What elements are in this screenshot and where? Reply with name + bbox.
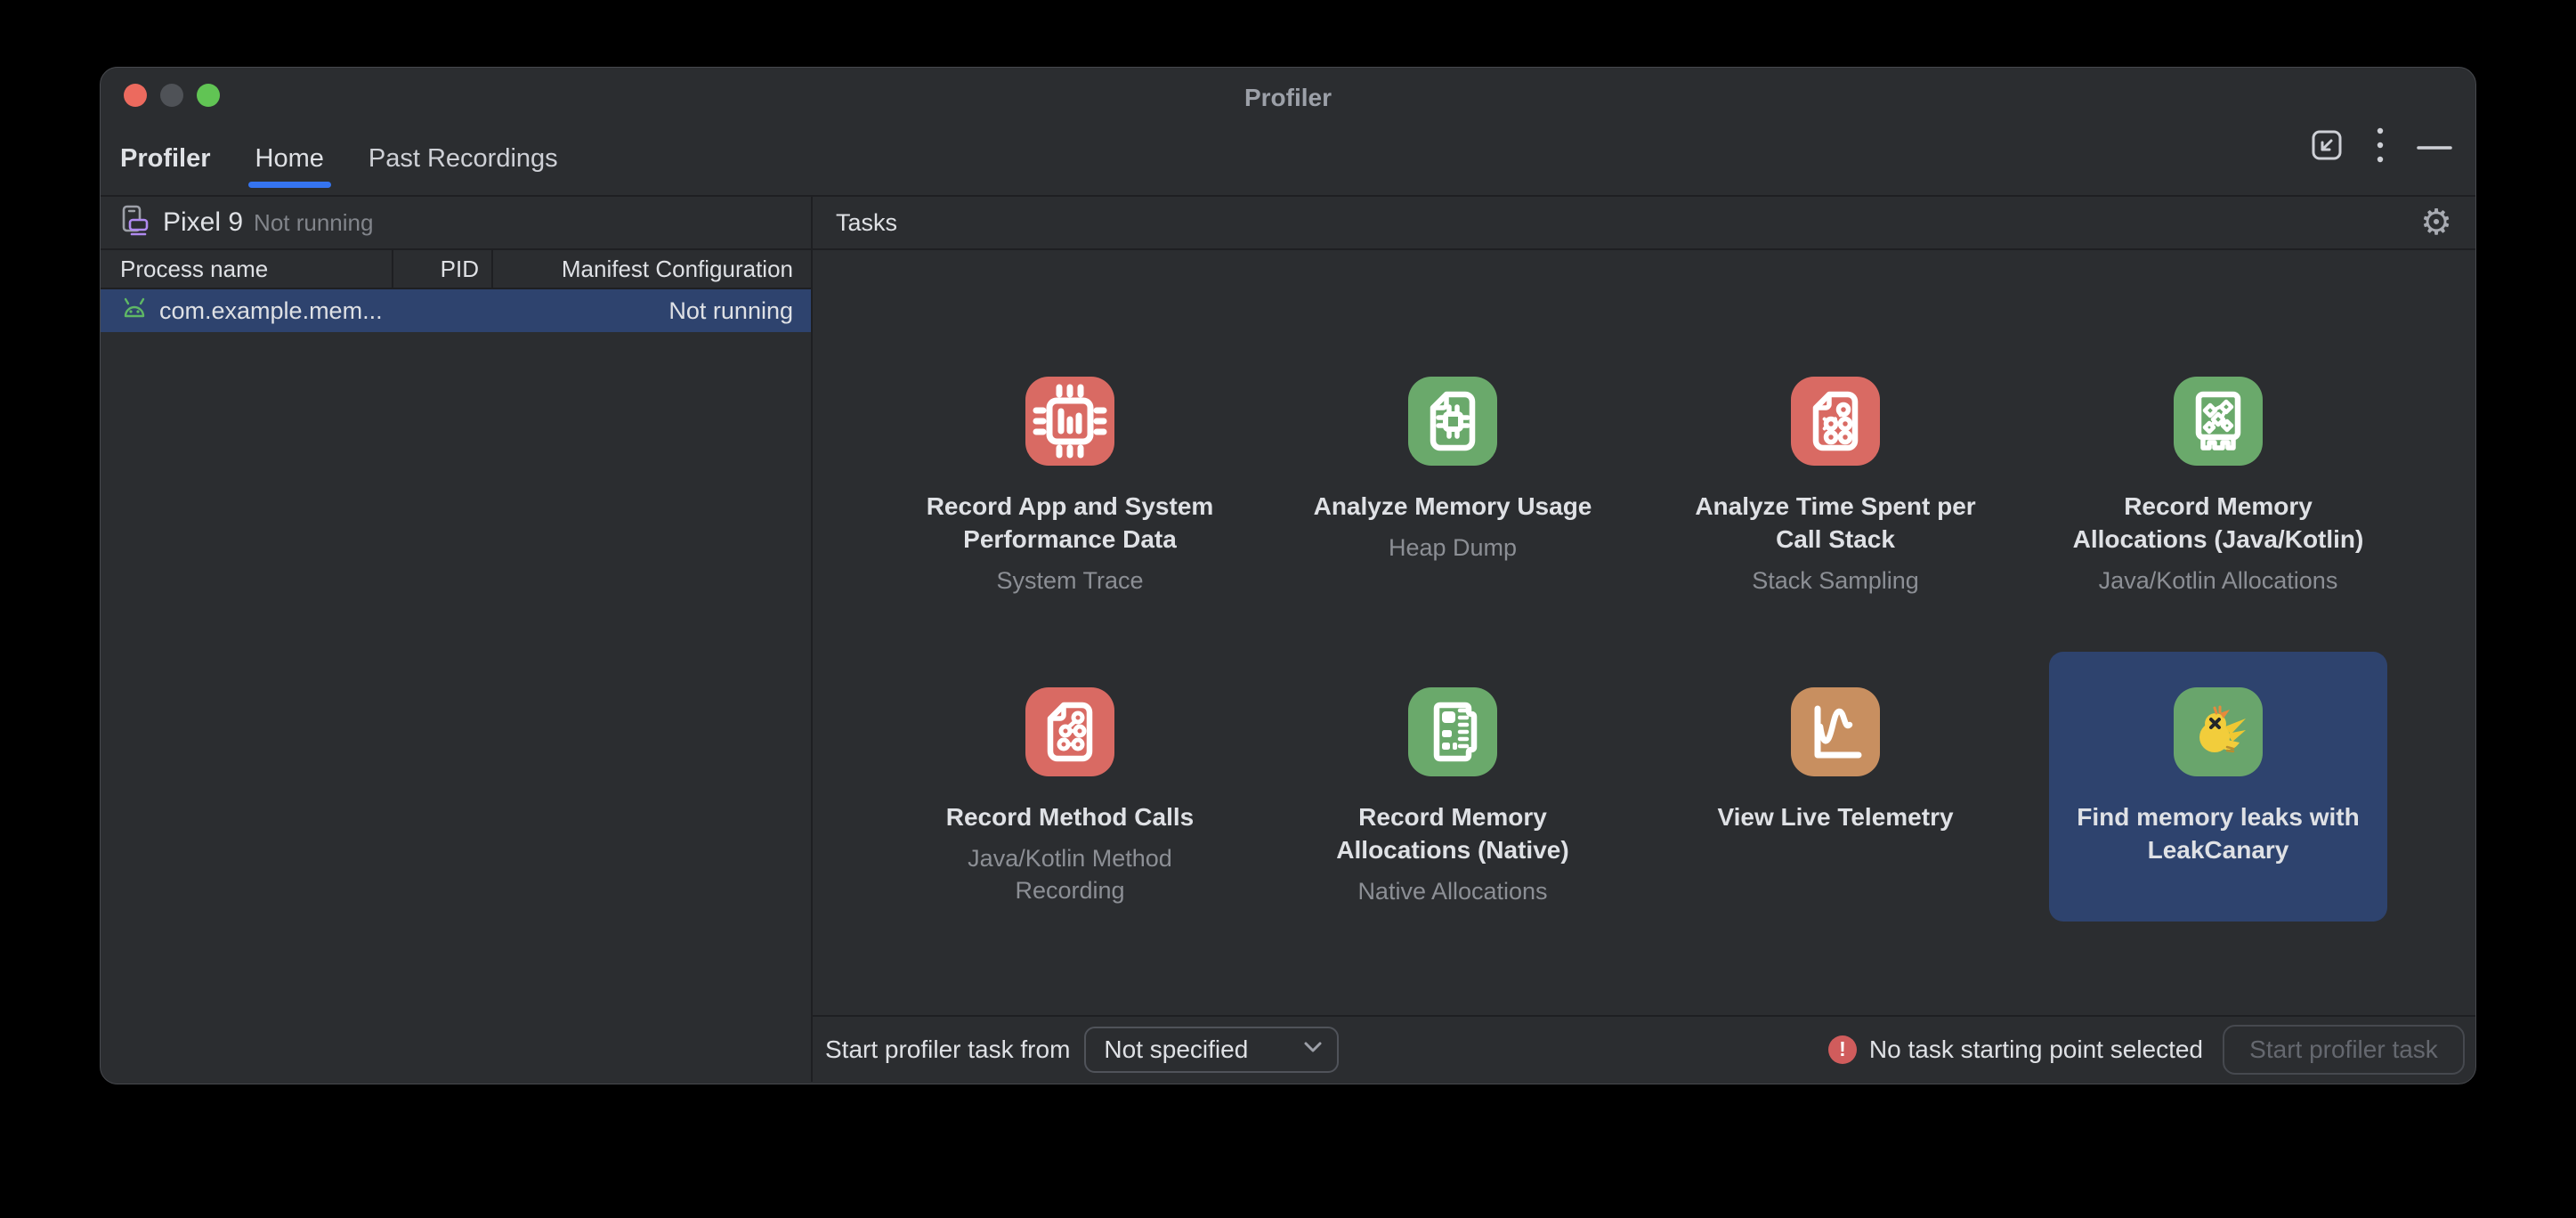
task-card-stack-sampling[interactable]: Analyze Time Spent per Call Stack Stack … (1666, 341, 2005, 611)
error-icon: ! (1828, 1035, 1857, 1064)
tab-past-recordings-label: Past Recordings (369, 144, 558, 173)
starting-point-dropdown-value: Not specified (1104, 1035, 1248, 1064)
task-title: Record Memory Allocations (Java/Kotlin) (2073, 490, 2364, 556)
memory-blocks-icon (1408, 687, 1497, 781)
doc-callgraph-icon (1791, 377, 1880, 470)
leakcanary-icon (2174, 687, 2263, 781)
task-title: Record Memory Allocations (Native) (1336, 800, 1568, 866)
task-subtitle: Stack Sampling (1752, 564, 1919, 597)
process-panel: Pixel 9 Not running Process name PID Man… (101, 197, 813, 1082)
process-table-header: Process name PID Manifest Configuration (101, 250, 811, 289)
column-header-process-name: Process name (101, 250, 392, 288)
profiler-window: Profiler Profiler Home Past Recordings (100, 67, 2476, 1084)
device-name: Pixel 9 (163, 207, 243, 238)
memory-graph-icon (2174, 377, 2263, 470)
profiler-app-label: Profiler (120, 144, 211, 195)
column-header-manifest-configuration: Manifest Configuration (491, 250, 811, 288)
task-subtitle: Heap Dump (1389, 532, 1517, 564)
titlebar: Profiler Profiler Home Past Recordings (101, 68, 2475, 197)
task-subtitle: Java/Kotlin Method Recording (968, 842, 1172, 906)
active-tab-underline (248, 182, 331, 188)
tab-home-label: Home (255, 144, 324, 173)
process-status-cell: Not running (668, 297, 793, 325)
device-status: Not running (254, 209, 373, 237)
task-subtitle: Java/Kotlin Allocations (2099, 564, 2338, 597)
task-subtitle: Native Allocations (1357, 875, 1547, 907)
dock-window-icon[interactable] (2310, 128, 2344, 166)
virtual-device-icon (120, 205, 152, 241)
starting-point-dropdown[interactable]: Not specified (1084, 1027, 1339, 1073)
task-title: Analyze Memory Usage (1314, 490, 1592, 523)
tab-past-recordings[interactable]: Past Recordings (369, 144, 558, 195)
tasks-panel-title: Tasks (836, 209, 897, 237)
warning-text: No task starting point selected (1869, 1035, 2203, 1064)
task-title: Analyze Time Spent per Call Stack (1695, 490, 1975, 556)
footer-bar: Start profiler task from Not specified !… (813, 1015, 2475, 1082)
task-card-system-trace[interactable]: Record App and System Performance Data S… (901, 341, 1239, 611)
task-title: Find memory leaks with LeakCanary (2077, 800, 2359, 866)
task-card-method-recording[interactable]: Record Method Calls Java/Kotlin Method R… (901, 652, 1239, 922)
start-profiler-task-button[interactable]: Start profiler task (2223, 1025, 2465, 1075)
more-options-kebab-icon[interactable] (2376, 126, 2385, 168)
window-title: Profiler (101, 84, 2475, 112)
tasks-panel: Tasks ⚙ R (813, 197, 2475, 1082)
task-grid: Record App and System Performance Data S… (901, 341, 2387, 922)
task-title: View Live Telemetry (1717, 800, 1953, 833)
task-title: Record Method Calls (946, 800, 1194, 833)
tasks-panel-header: Tasks ⚙ (813, 197, 2475, 250)
hide-panel-icon[interactable] (2417, 140, 2452, 156)
android-head-icon (120, 296, 149, 326)
cpu-chart-icon (1025, 377, 1114, 470)
task-title: Record App and System Performance Data (927, 490, 1214, 556)
tab-strip: Profiler Home Past Recordings (120, 144, 558, 195)
main-area: Pixel 9 Not running Process name PID Man… (101, 197, 2475, 1082)
task-card-leakcanary[interactable]: Find memory leaks with LeakCanary (2049, 652, 2387, 922)
task-subtitle: System Trace (996, 564, 1143, 597)
doc-methods-icon (1025, 687, 1114, 781)
titlebar-actions (2310, 126, 2452, 168)
process-name-cell: com.example.mem... (159, 297, 383, 325)
task-card-heap-dump[interactable]: Analyze Memory Usage Heap Dump (1284, 341, 1622, 611)
task-card-native-allocations[interactable]: Record Memory Allocations (Native) Nativ… (1284, 652, 1622, 922)
footer-right-group: ! No task starting point selected Start … (1828, 1025, 2465, 1075)
tab-home[interactable]: Home (255, 144, 324, 195)
task-card-java-kotlin-allocations[interactable]: Record Memory Allocations (Java/Kotlin) … (2049, 341, 2387, 611)
gear-icon[interactable]: ⚙ (2420, 205, 2452, 240)
task-card-live-telemetry[interactable]: View Live Telemetry (1666, 652, 2005, 922)
start-from-label: Start profiler task from (825, 1035, 1070, 1064)
live-chart-icon (1791, 687, 1880, 781)
chevron-down-icon (1303, 1041, 1323, 1058)
device-row[interactable]: Pixel 9 Not running (101, 197, 811, 250)
tasks-grid-area: Record App and System Performance Data S… (813, 250, 2475, 1015)
process-table-row-selected[interactable]: com.example.mem... Not running (101, 289, 811, 332)
column-header-pid: PID (392, 250, 491, 288)
doc-chip-icon (1408, 377, 1497, 470)
